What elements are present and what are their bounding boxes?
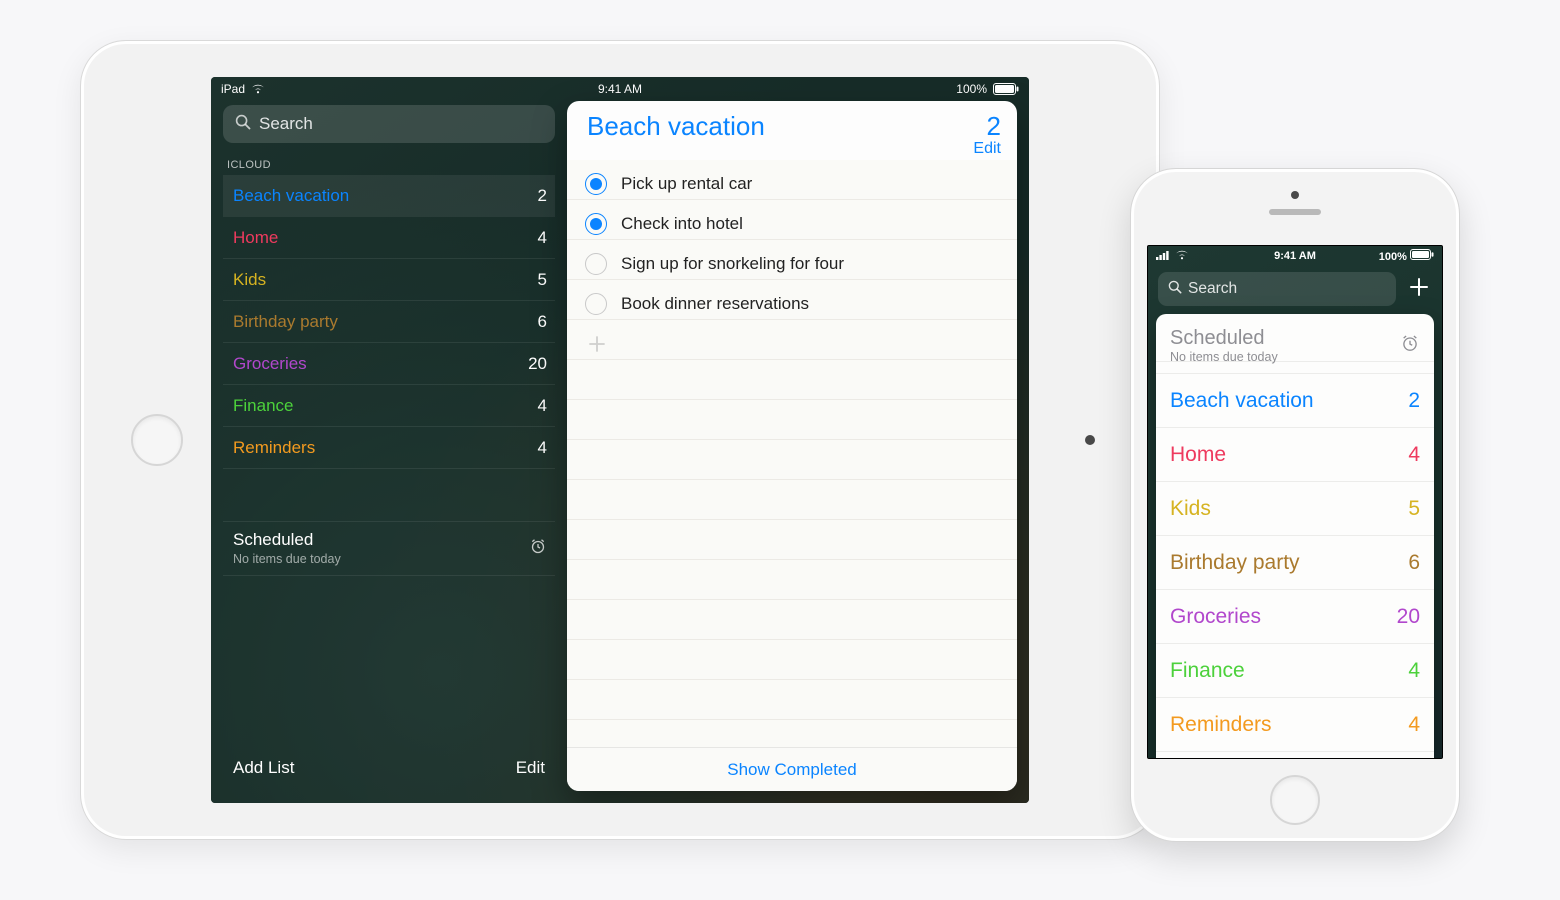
list-count: 6 [1408,551,1420,575]
list-name: Birthday party [1170,551,1300,575]
list-count: 2 [538,186,547,206]
search-icon [235,114,251,135]
iphone-camera [1291,191,1299,199]
list-count: 4 [1408,443,1420,467]
lists-card: Scheduled No items due today Beach vacat… [1156,314,1434,758]
detail-edit-button[interactable]: Edit [973,140,1001,158]
iphone-status-bar: 9:41 AM 100% [1148,246,1442,266]
alarm-clock-icon [529,537,547,560]
alarm-clock-icon [1400,333,1420,358]
ipad-screen: iPad 9:41 AM 100% [211,77,1029,803]
task-row[interactable]: Pick up rental car [567,164,1017,204]
task-label: Pick up rental car [621,174,752,194]
list-count: 20 [1397,605,1420,629]
list-count: 20 [528,354,547,374]
sidebar-item[interactable]: Finance 4 [223,385,555,427]
radio-filled-icon[interactable] [585,173,607,195]
radio-filled-icon[interactable] [585,213,607,235]
detail-card: Beach vacation 2 Edit Pick up rental car… [567,101,1017,791]
detail-count: 2 [987,111,1001,141]
list-name: Home [233,228,278,248]
sidebar-item[interactable]: Kids 5 [223,259,555,301]
list-item[interactable]: Home 4 [1156,428,1434,482]
clock: 9:41 AM [211,82,1029,96]
iphone-device-frame: 9:41 AM 100% Search [1130,168,1460,842]
add-list-button[interactable]: Add List [233,758,294,778]
list-item[interactable]: Reminders 4 [1156,698,1434,752]
list-name: Groceries [1170,605,1261,629]
search-input[interactable]: Search [1158,272,1396,306]
sidebar-item[interactable]: Beach vacation 2 [223,175,555,217]
list-name: Groceries [233,354,307,374]
scheduled-subtitle: No items due today [233,552,341,567]
sidebar-item[interactable]: Reminders 4 [223,427,555,469]
iphone-speaker [1269,209,1321,215]
plus-icon [1408,276,1430,303]
radio-empty-icon[interactable] [585,293,607,315]
scheduled-title: Scheduled [233,530,341,550]
show-completed-button[interactable]: Show Completed [567,747,1017,791]
sidebar-item[interactable]: Birthday party 6 [223,301,555,343]
list-item[interactable]: Beach vacation 2 [1156,374,1434,428]
list-item[interactable]: Groceries 20 [1156,590,1434,644]
sidebar-footer: Add List Edit [223,745,555,791]
list-name: Beach vacation [1170,389,1314,413]
list-count: 4 [538,438,547,458]
scheduled-row[interactable]: Scheduled No items due today [1156,314,1434,374]
iphone-home-button[interactable] [1270,775,1320,825]
task-row[interactable]: Book dinner reservations [567,284,1017,324]
search-input[interactable]: Search [223,105,555,143]
list-name: Reminders [233,438,315,458]
ipad-home-button[interactable] [131,414,183,466]
list-count: 5 [538,270,547,290]
list-count: 4 [538,396,547,416]
list-name: Home [1170,443,1226,467]
list-name: Reminders [1170,713,1272,737]
ipad-device-frame: iPad 9:41 AM 100% [80,40,1160,840]
sidebar: Search ICLOUD Beach vacation 2 Home 4 Kids 5 B… [223,101,555,791]
task-list: Pick up rental car Check into hotel Sign u… [567,160,1017,747]
list-count: 4 [538,228,547,248]
list-name: Birthday party [233,312,338,332]
list-name: Kids [1170,497,1211,521]
list-name: Finance [1170,659,1245,683]
list-item[interactable]: Finance 4 [1156,644,1434,698]
plus-icon [587,334,607,354]
scheduled-subtitle: No items due today [1170,350,1278,364]
ipad-camera [1085,435,1095,445]
search-placeholder: Search [1188,280,1237,298]
radio-empty-icon[interactable] [585,253,607,275]
list-name: Kids [233,270,266,290]
search-placeholder: Search [259,114,313,134]
task-label: Sign up for snorkeling for four [621,254,844,274]
add-list-button[interactable] [1406,276,1432,302]
section-label-icloud: ICLOUD [223,153,555,175]
list-count: 4 [1408,713,1420,737]
ipad-status-bar: iPad 9:41 AM 100% [211,77,1029,101]
detail-title: Beach vacation [587,111,765,142]
sidebar-item[interactable]: Groceries 20 [223,343,555,385]
list-count: 5 [1408,497,1420,521]
list-item[interactable]: Birthday party 6 [1156,536,1434,590]
task-row[interactable]: Sign up for snorkeling for four [567,244,1017,284]
list-count: 6 [538,312,547,332]
search-icon [1168,280,1182,299]
edit-lists-button[interactable]: Edit [516,758,545,778]
clock: 9:41 AM [1148,250,1442,262]
list-item[interactable]: Kids 5 [1156,482,1434,536]
list-count: 4 [1408,659,1420,683]
list-name: Beach vacation [233,186,349,206]
list-name: Finance [233,396,293,416]
sidebar-item[interactable]: Home 4 [223,217,555,259]
show-completed-label: Show Completed [727,760,856,780]
task-row[interactable]: Check into hotel [567,204,1017,244]
sidebar-scheduled[interactable]: Scheduled No items due today [223,521,555,576]
iphone-screen: 9:41 AM 100% Search [1147,245,1443,759]
add-task-button[interactable] [567,324,1017,364]
task-label: Book dinner reservations [621,294,809,314]
scheduled-title: Scheduled [1170,327,1278,350]
list-count: 2 [1408,389,1420,413]
task-label: Check into hotel [621,214,743,234]
